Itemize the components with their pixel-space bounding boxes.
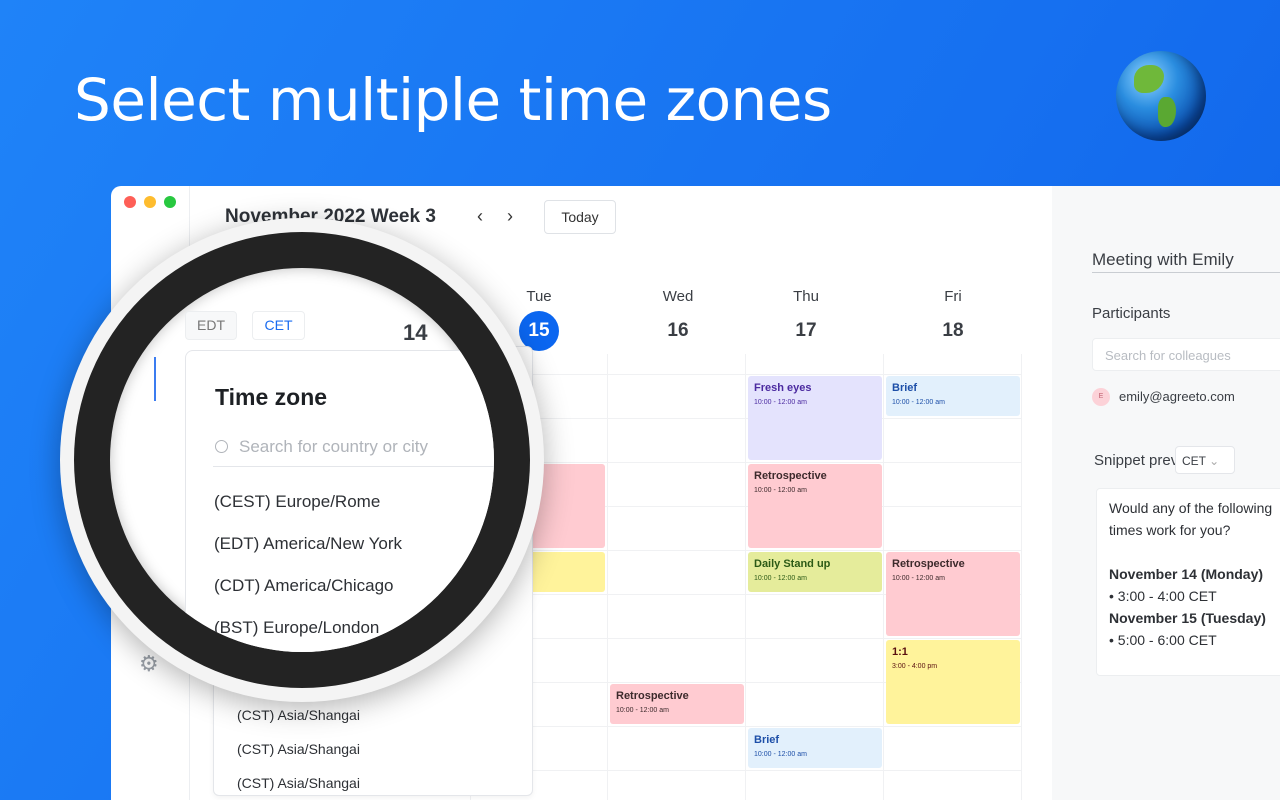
snippet-date: November 14 (Monday) — [1109, 566, 1264, 582]
timezone-option[interactable]: (CST) Asia/Shangai — [237, 707, 360, 723]
day-name: Fri — [944, 288, 962, 305]
snippet-time: • 3:00 - 4:00 CET — [1109, 588, 1217, 604]
search-icon — [215, 440, 228, 453]
participants-label: Participants — [1092, 305, 1171, 322]
day-number[interactable]: 16 — [667, 320, 688, 342]
today-button[interactable]: Today — [544, 200, 616, 234]
prev-week-button[interactable]: ‹ — [477, 206, 483, 227]
tz-tab-edt[interactable]: EDT — [185, 311, 237, 340]
participant-email: emily@agreeto.com — [1119, 389, 1235, 404]
hero-title: Select multiple time zones — [74, 66, 832, 134]
minimize-window-button[interactable] — [144, 196, 156, 208]
event-card[interactable]: 1:1 3:00 - 4:00 pm — [886, 640, 1020, 724]
timezone-option[interactable]: (EDT) America/New York — [214, 534, 402, 554]
day-number[interactable]: 17 — [795, 320, 816, 342]
day-number[interactable]: 18 — [942, 320, 963, 342]
timezone-search-input[interactable]: Search for country or city — [239, 437, 428, 457]
timezone-title: Time zone — [215, 384, 328, 410]
day-number: 14 — [403, 320, 428, 345]
chevron-down-icon: ⌄ — [1209, 454, 1220, 468]
timezone-option[interactable]: (BST) Europe/London — [214, 618, 379, 638]
participant-avatar: E — [1092, 388, 1110, 406]
tz-tab-cet[interactable]: CET — [252, 311, 305, 340]
snippet-time: • 5:00 - 6:00 CET — [1109, 632, 1217, 648]
colleague-search-input[interactable]: Search for colleagues — [1092, 338, 1280, 371]
next-week-button[interactable]: › — [507, 206, 513, 227]
snippet-timezone-select[interactable]: CET ⌄ — [1175, 446, 1235, 474]
meeting-title-input[interactable]: Meeting with Emily — [1092, 250, 1280, 273]
timezone-option[interactable]: (CEST) Europe/Rome — [214, 492, 380, 512]
magnifier-lens: EDT CET 14 Mon Tue 15 Time zone Search f… — [110, 268, 494, 652]
day-number-today[interactable]: 15 — [519, 311, 559, 351]
day-name: Tue — [526, 288, 552, 305]
day-name: Thu — [793, 288, 819, 305]
event-card[interactable]: Fresh eyes 10:00 - 12:00 am — [748, 376, 882, 460]
timezone-option[interactable]: (CST) Asia/Shangai — [237, 741, 360, 757]
meeting-panel: Meeting with Emily Participants Search f… — [1052, 186, 1280, 800]
timezone-option[interactable]: (CDT) America/Chicago — [214, 576, 394, 596]
timezone-option[interactable]: (CST) Asia/Shangai — [237, 775, 360, 791]
event-card[interactable]: Retrospective 10:00 - 12:00 am — [886, 552, 1020, 636]
snippet-date: November 15 (Tuesday) — [1109, 610, 1266, 626]
calendar-grid: Fresh eyes 10:00 - 12:00 am Brief 10:00 - … — [470, 354, 1022, 800]
snippet-text: Would any of the following — [1109, 500, 1273, 516]
globe-icon — [1116, 51, 1206, 141]
event-card[interactable]: Brief 10:00 - 12:00 am — [886, 376, 1020, 416]
snippet-text: times work for you? — [1109, 522, 1231, 538]
day-name: Mon — [398, 278, 430, 295]
event-card[interactable]: Brief 10:00 - 12:00 am — [748, 728, 882, 768]
event-card[interactable]: Retrospective 10:00 - 12:00 am — [610, 684, 744, 724]
event-card[interactable]: Retrospective 10:00 - 12:00 am — [748, 464, 882, 548]
day-name: Wed — [662, 288, 694, 305]
divider — [213, 466, 494, 467]
snippet-preview-box: Would any of the following times work fo… — [1096, 488, 1280, 676]
maximize-window-button[interactable] — [164, 196, 176, 208]
sidebar-active-indicator — [154, 357, 156, 401]
settings-gear-icon[interactable]: ⚙ — [139, 651, 159, 677]
event-card[interactable]: Daily Stand up 10:00 - 12:00 am — [748, 552, 882, 592]
close-window-button[interactable] — [124, 196, 136, 208]
